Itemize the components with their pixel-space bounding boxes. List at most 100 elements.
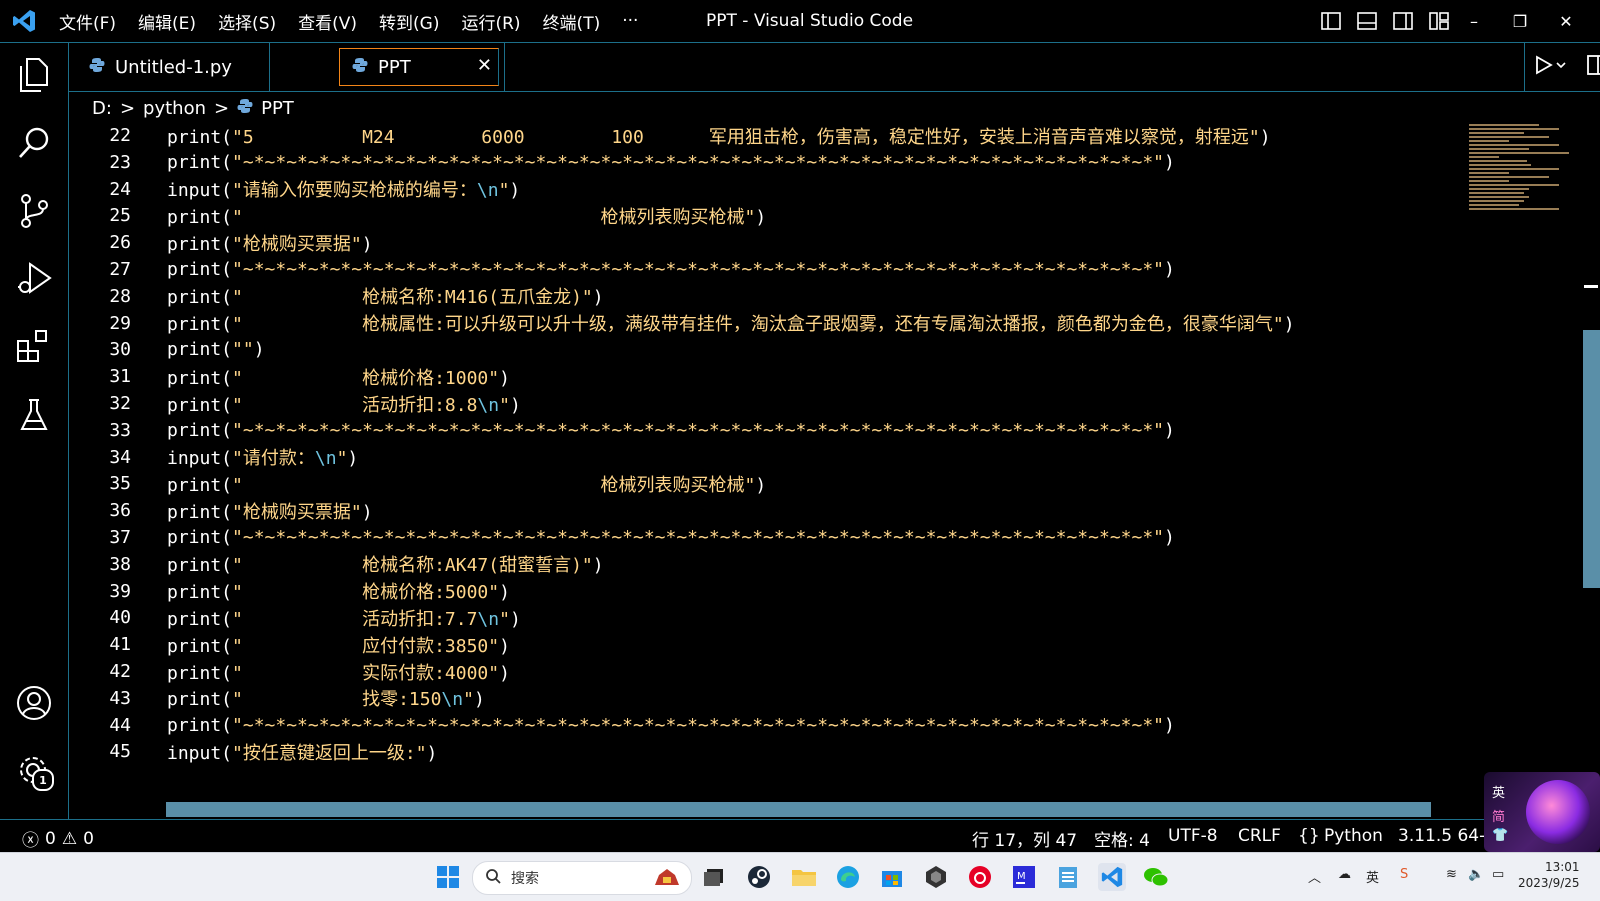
code-paren: ) <box>473 689 485 711</box>
file-explorer-icon[interactable] <box>790 863 818 891</box>
code-line[interactable]: 40 print(" 活动折扣:7.7\n") <box>69 604 520 631</box>
wechat-icon[interactable] <box>1142 863 1170 891</box>
encoding[interactable]: UTF-8 <box>1168 826 1218 846</box>
code-escape: \n <box>477 394 500 416</box>
sogou-ime-icon[interactable]: S <box>1400 867 1408 882</box>
tab-ppt[interactable]: PPT ✕ <box>339 48 499 86</box>
manage-gear-icon[interactable]: 1 <box>14 751 54 791</box>
breadcrumb-file[interactable]: PPT <box>261 98 294 119</box>
run-python-file-icon[interactable] <box>1535 55 1569 79</box>
battery-icon[interactable]: ▭ <box>1492 867 1504 882</box>
restore-button[interactable]: ❐ <box>1506 8 1534 34</box>
code-line[interactable]: 43 print(" 找零:150\n") <box>69 685 484 712</box>
toggle-secondary-sidebar-icon[interactable] <box>1390 8 1416 34</box>
code-line[interactable]: 29 print(" 枪械属性:可以升级可以升十级，满级带有挂件，淘汰盒子跟烟雾，… <box>69 310 1294 337</box>
indentation[interactable]: 空格: 4 <box>1094 826 1150 851</box>
split-editor-icon[interactable] <box>1587 55 1600 79</box>
steam-icon[interactable] <box>745 863 773 891</box>
code-line[interactable]: 42 print(" 实际付款:4000") <box>69 658 510 685</box>
account-icon[interactable] <box>14 683 54 723</box>
source-control-icon[interactable] <box>14 191 54 231</box>
line-number: 27 <box>109 259 131 280</box>
menu-more[interactable]: ··· <box>611 11 649 31</box>
code-line[interactable]: 35 print(" 枪械列表购买枪械") <box>69 470 766 497</box>
menu-view[interactable]: 查看(V) <box>287 9 368 34</box>
input-language[interactable]: 英 <box>1366 867 1379 886</box>
unity-icon[interactable] <box>922 863 950 891</box>
menu-go[interactable]: 转到(G) <box>368 9 450 34</box>
code-line[interactable]: 41 print(" 应付付款:3850") <box>69 631 510 658</box>
tab-untitled-1[interactable]: Untitled-1.py <box>89 43 269 91</box>
code-paren: ) <box>1164 259 1175 280</box>
close-button[interactable]: ✕ <box>1552 8 1580 34</box>
close-tab-icon[interactable]: ✕ <box>477 55 492 76</box>
code-line[interactable]: 27 print("~*~*~*~*~*~*~*~*~*~*~*~*~*~*~*~… <box>69 256 1175 283</box>
code-paren: ) <box>361 501 373 523</box>
extensions-icon[interactable] <box>14 327 54 367</box>
explorer-icon[interactable] <box>14 55 54 95</box>
search-icon[interactable] <box>14 123 54 163</box>
python-interpreter[interactable]: 3.11.5 64-b <box>1398 826 1496 846</box>
ime-shirt-icon[interactable]: 👕 <box>1492 828 1508 843</box>
run-debug-icon[interactable] <box>14 259 54 299</box>
taskbar-search[interactable]: 搜索 <box>472 861 692 895</box>
notepad-icon[interactable] <box>1054 863 1082 891</box>
language-mode[interactable]: Python <box>1324 826 1383 846</box>
code-line[interactable]: 44 print("~*~*~*~*~*~*~*~*~*~*~*~*~*~*~*~… <box>69 712 1175 739</box>
code-line[interactable]: 28 print(" 枪械名称:M416(五爪金龙)") <box>69 283 603 310</box>
code-paren: ) <box>1164 151 1175 173</box>
problems-indicator[interactable]: ⓧ 0 ⚠ 0 <box>22 826 94 852</box>
toggle-primary-sidebar-icon[interactable] <box>1318 8 1344 34</box>
volume-icon[interactable]: 🔈 <box>1468 867 1484 882</box>
menu-selection[interactable]: 选择(S) <box>207 9 287 34</box>
code-line[interactable]: 23 print("~*~*~*~*~*~*~*~*~*~*~*~*~*~*~*~… <box>69 149 1175 176</box>
ime-variant[interactable]: 简 <box>1492 806 1505 825</box>
menu-terminal[interactable]: 终端(T) <box>532 9 612 34</box>
customize-layout-icon[interactable] <box>1426 8 1452 34</box>
wifi-icon[interactable]: ≋ <box>1446 867 1457 882</box>
code-line[interactable]: 38 print(" 枪械名称:AK47(甜蜜誓言)") <box>69 551 603 578</box>
vertical-scrollbar[interactable] <box>1583 330 1600 588</box>
cursor-position[interactable]: 行 17，列 47 <box>972 826 1077 851</box>
code-line[interactable]: 36 print("枪械购买票据") <box>69 497 372 524</box>
code-editor[interactable]: 22 print("5 M24 6000 100 军用狙击枪，伤害高，稳定性好，安… <box>69 122 1469 782</box>
pycharm-icon[interactable]: M <box>1010 863 1038 891</box>
start-windows-icon[interactable] <box>434 863 462 891</box>
horizontal-scrollbar[interactable] <box>166 802 1431 817</box>
ime-mode[interactable]: 英 <box>1492 782 1505 801</box>
code-line[interactable]: 32 print(" 活动折扣:8.8\n") <box>69 390 520 417</box>
breadcrumb-drive[interactable]: D: <box>92 98 112 119</box>
code-line[interactable]: 45 input("按任意键返回上一级:") <box>69 738 437 765</box>
task-view-icon[interactable] <box>700 863 728 891</box>
code-line[interactable]: 31 print(" 枪械价格:1000") <box>69 363 510 390</box>
menu-run[interactable]: 运行(R) <box>450 9 531 34</box>
breadcrumb-folder[interactable]: python <box>143 98 206 119</box>
minimize-button[interactable]: – <box>1460 8 1488 34</box>
code-call: print( <box>167 555 233 577</box>
code-line[interactable]: 33 print("~*~*~*~*~*~*~*~*~*~*~*~*~*~*~*~… <box>69 417 1175 444</box>
testing-flask-icon[interactable] <box>14 395 54 435</box>
vscode-taskbar-icon[interactable] <box>1098 863 1126 891</box>
code-line[interactable]: 24 input("请输入你要购买枪械的编号：\n") <box>69 176 520 203</box>
code-string: " 枪械列表购买枪械" <box>232 474 756 496</box>
code-line[interactable]: 25 print(" 枪械列表购买枪械") <box>69 202 766 229</box>
minimap[interactable] <box>1469 122 1579 217</box>
line-ending[interactable]: CRLF <box>1238 826 1281 846</box>
menu-file[interactable]: 文件(F) <box>48 9 127 34</box>
code-line[interactable]: 30 print("") <box>69 336 264 363</box>
toggle-panel-icon[interactable] <box>1354 8 1380 34</box>
code-line[interactable]: 34 input("请付款：\n") <box>69 444 358 471</box>
system-clock[interactable]: 13:01 2023/9/25 <box>1518 859 1580 891</box>
microsoft-store-icon[interactable] <box>878 863 906 891</box>
code-line[interactable]: 26 print("枪械购买票据") <box>69 229 372 256</box>
code-line[interactable]: 39 print(" 枪械价格:5000") <box>69 578 510 605</box>
code-line[interactable]: 22 print("5 M24 6000 100 军用狙击枪，伤害高，稳定性好，安… <box>69 122 1270 149</box>
onedrive-icon[interactable]: ☁ <box>1338 867 1351 882</box>
netease-music-icon[interactable] <box>966 863 994 891</box>
code-close: " <box>499 394 510 416</box>
code-line[interactable]: 37 print("~*~*~*~*~*~*~*~*~*~*~*~*~*~*~*~… <box>69 524 1175 551</box>
ime-widget[interactable]: 英 简 👕 <box>1484 772 1600 852</box>
tray-overflow-icon[interactable]: ︿ <box>1308 867 1321 886</box>
edge-browser-icon[interactable] <box>834 863 862 891</box>
menu-edit[interactable]: 编辑(E) <box>127 9 207 34</box>
